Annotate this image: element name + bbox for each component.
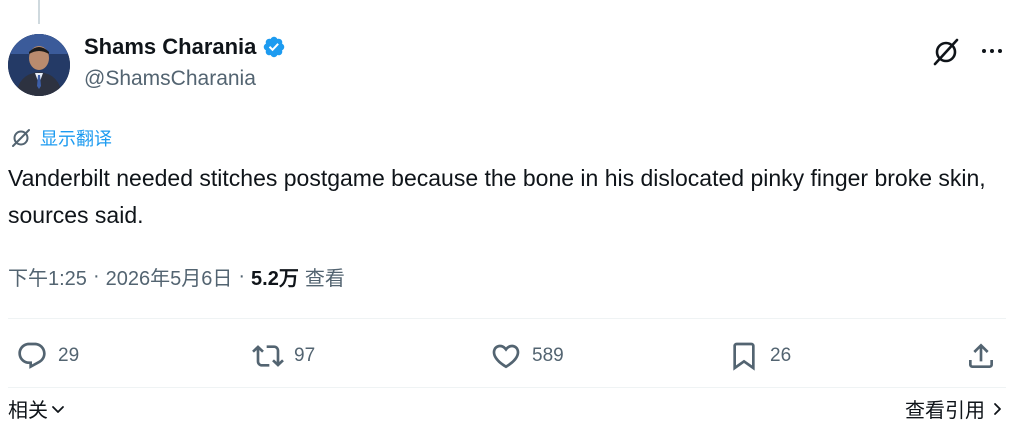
retweet-count: 97 <box>294 345 316 366</box>
bookmark-icon <box>733 342 755 371</box>
avatar-image <box>8 34 70 96</box>
bookmark-count: 26 <box>770 345 792 366</box>
divider <box>8 387 1006 388</box>
meta-separator: · <box>238 265 246 287</box>
reply-count: 29 <box>58 345 80 366</box>
tweet-metadata: 下午1:25 · 2026年5月6日 · 5.2万 查看 <box>8 262 345 291</box>
retweet-icon <box>252 345 284 367</box>
display-name[interactable]: Shams Charania <box>84 34 256 60</box>
tweet-date[interactable]: 2026年5月6日 <box>106 262 233 291</box>
thread-connector-line <box>38 0 40 24</box>
divider <box>8 318 1006 319</box>
show-translation-link[interactable]: 显示翻译 <box>10 125 112 151</box>
tweet-text: Vanderbilt needed stitches postgame beca… <box>8 165 986 228</box>
share-button[interactable] <box>965 340 997 372</box>
like-button[interactable]: 589 <box>490 340 564 372</box>
grok-icon[interactable] <box>930 36 962 68</box>
avatar[interactable] <box>8 34 70 96</box>
related-dropdown[interactable]: 相关 <box>8 394 66 423</box>
reply-button[interactable]: 29 <box>16 340 79 372</box>
chevron-right-icon <box>994 402 1001 415</box>
retweet-button[interactable]: 97 <box>252 340 315 372</box>
display-name-row[interactable]: Shams Charania <box>84 34 286 60</box>
share-icon <box>969 343 993 368</box>
translate-icon <box>12 129 30 147</box>
related-label[interactable]: 相关 <box>8 394 48 423</box>
views-label: 查看 <box>304 268 345 290</box>
verified-badge-icon[interactable] <box>262 35 286 59</box>
meta-separator: · <box>92 265 100 287</box>
tweet-time[interactable]: 下午1:25 <box>8 262 87 291</box>
view-quotes-link[interactable]: 查看引用 <box>905 394 1005 423</box>
like-count: 589 <box>532 345 564 366</box>
bookmark-button[interactable]: 26 <box>728 340 791 372</box>
view-quotes-label[interactable]: 查看引用 <box>905 394 985 423</box>
views-count: 5.2万 <box>251 268 299 290</box>
reply-icon <box>18 342 46 369</box>
chevron-down-icon <box>52 405 64 413</box>
translate-label[interactable]: 显示翻译 <box>40 125 112 151</box>
user-handle[interactable]: @ShamsCharania <box>84 67 256 91</box>
more-options-icon[interactable] <box>977 36 1007 66</box>
heart-icon <box>492 344 520 369</box>
